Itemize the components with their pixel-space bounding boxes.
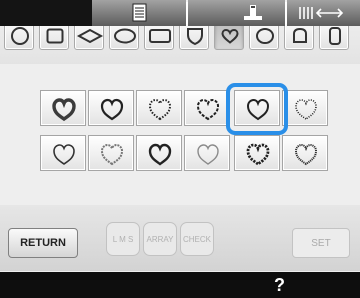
heart-scalloped-icon [100,143,124,166]
help-button[interactable] [188,0,285,26]
stitch-tile-2[interactable] [88,90,134,126]
stitch-tile-11[interactable] [234,135,280,171]
stitch-tile-5[interactable] [234,90,280,126]
return-button[interactable]: RETURN [8,228,78,258]
stitch-tile-12[interactable] [282,135,328,171]
stitch-tile-6[interactable] [282,90,328,126]
check-button[interactable]: CHECK [180,222,214,256]
array-button[interactable]: ARRAY [143,222,177,256]
stitch-tile-9[interactable] [136,135,182,171]
document-list-button[interactable] [92,0,186,26]
heart-outline-bold-icon [52,98,76,122]
heart-wavy-icon [294,143,318,166]
stitch-tile-1[interactable] [40,90,86,126]
width-adjust-button[interactable] [287,0,360,26]
heart-dashed-icon [196,98,220,121]
stitch-tile-7[interactable] [40,135,86,171]
machine-help-icon [244,5,262,20]
heart-looped-icon [148,143,172,166]
heart-fine-dotted-icon [295,99,317,120]
help-question-mark: ? [274,275,285,295]
heart-stitched-icon [53,144,75,165]
heart-zigzag-icon [246,98,270,121]
width-arrow-icon [299,7,344,19]
heart-thin-outline-icon [197,144,219,165]
lms-button[interactable]: L M S [106,222,140,256]
stitch-tile-4[interactable] [184,90,230,126]
status-blank-segment [0,0,92,26]
set-button[interactable]: SET [292,228,350,258]
stitch-tile-3[interactable] [136,90,182,126]
heart-beaded-icon [246,143,270,166]
stitch-tile-10[interactable] [184,135,230,171]
bottom-status-bar [0,272,360,298]
stitch-tile-8[interactable] [88,135,134,171]
heart-outline-thick-icon [100,98,124,121]
heart-dotted-icon [148,98,172,121]
document-list-icon [132,3,147,22]
